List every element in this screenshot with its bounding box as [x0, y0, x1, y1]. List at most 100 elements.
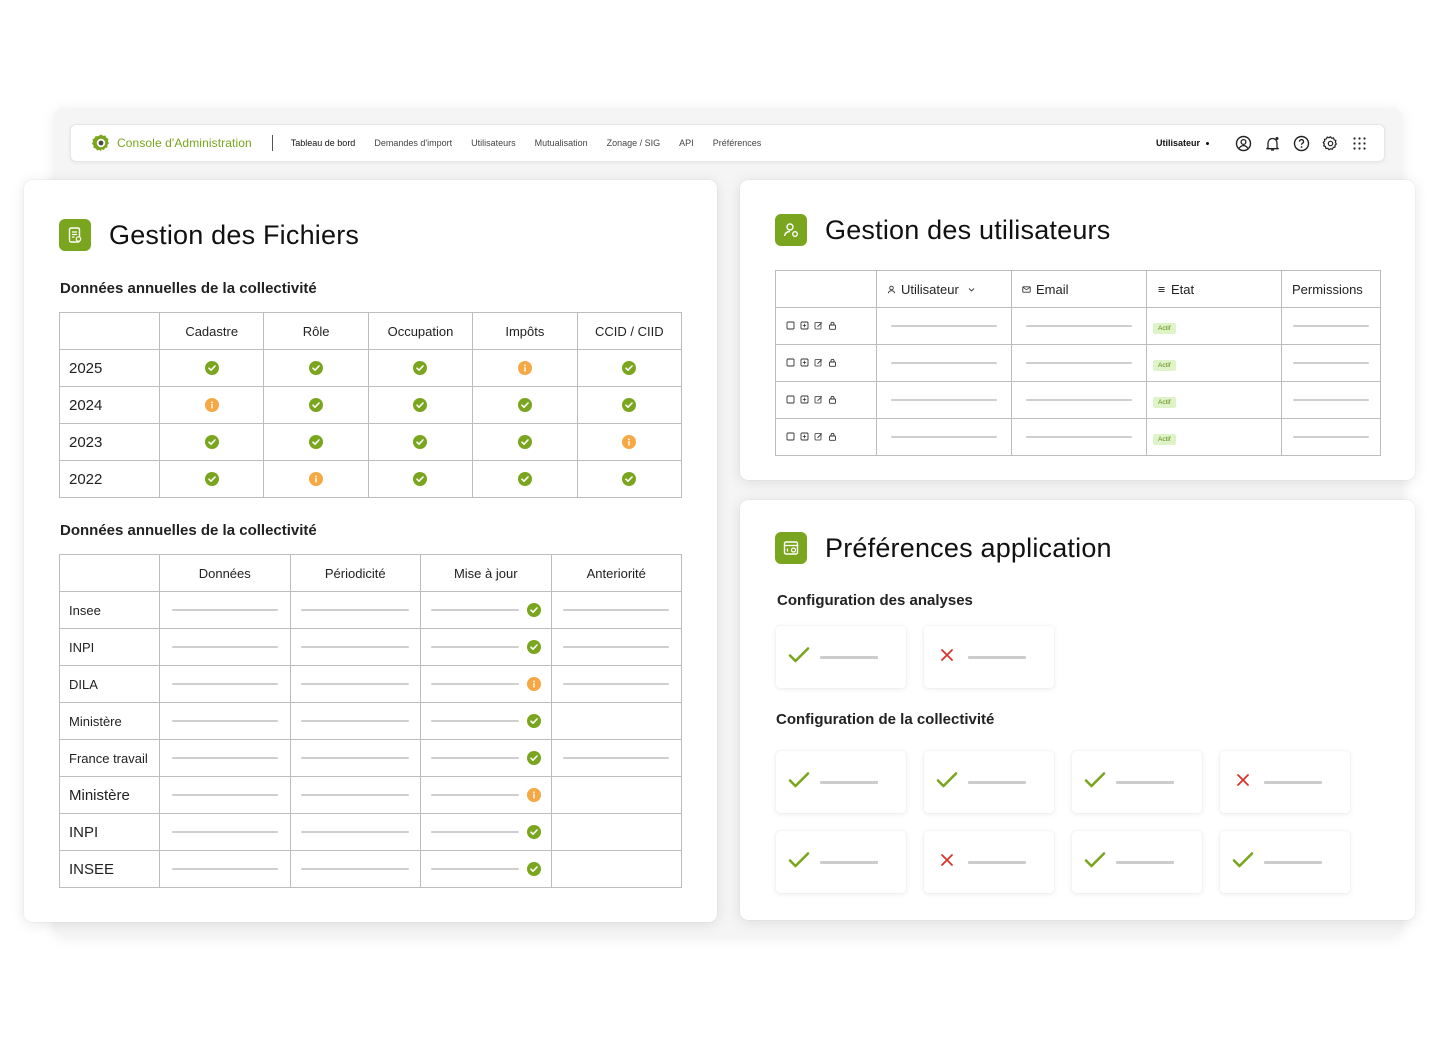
- preference-tile[interactable]: [1072, 751, 1202, 813]
- email-cell[interactable]: [1011, 381, 1147, 419]
- update-cell[interactable]: [420, 739, 552, 777]
- preference-tile[interactable]: [924, 751, 1054, 813]
- status-cell[interactable]: [472, 349, 578, 387]
- permissions-cell[interactable]: [1281, 418, 1381, 456]
- permissions-cell[interactable]: [1281, 344, 1381, 382]
- add-square-icon[interactable]: [800, 354, 809, 372]
- help-icon[interactable]: [1293, 135, 1310, 152]
- add-square-icon[interactable]: [800, 317, 809, 335]
- status-cell[interactable]: [472, 386, 578, 424]
- status-cell[interactable]: [367, 386, 474, 424]
- user-cell[interactable]: [876, 344, 1012, 382]
- preference-tile[interactable]: [776, 626, 906, 688]
- placeholder-line: [1293, 435, 1369, 438]
- checkbox-icon[interactable]: [786, 317, 795, 335]
- status-cell[interactable]: [158, 460, 265, 498]
- row-label: Ministère: [59, 776, 160, 814]
- periodicity-cell: [289, 665, 421, 703]
- update-cell[interactable]: [420, 702, 552, 740]
- col-header-email-label: Email: [1036, 281, 1069, 297]
- preference-tile[interactable]: [924, 831, 1054, 893]
- email-cell[interactable]: [1011, 344, 1147, 382]
- preference-tile[interactable]: [776, 751, 906, 813]
- status-cell[interactable]: [576, 460, 683, 498]
- status-cell[interactable]: [367, 460, 474, 498]
- update-cell[interactable]: [420, 591, 552, 629]
- warning-info-icon: [526, 677, 541, 691]
- preference-tile[interactable]: [1220, 751, 1350, 813]
- placeholder-line: [171, 608, 278, 611]
- checkbox-icon[interactable]: [786, 354, 795, 372]
- bell-icon[interactable]: [1264, 135, 1281, 152]
- col-header-permissions[interactable]: Permissions: [1281, 270, 1381, 308]
- status-cell[interactable]: [263, 349, 369, 387]
- nav-link[interactable]: Utilisateurs: [471, 138, 516, 148]
- lock-icon[interactable]: [828, 428, 837, 446]
- status-cell[interactable]: [472, 423, 578, 461]
- nav-link[interactable]: API: [679, 138, 694, 148]
- checkbox-icon[interactable]: [786, 428, 795, 446]
- edit-icon[interactable]: [814, 354, 823, 372]
- check-circle-icon: [309, 434, 324, 449]
- brand[interactable]: Console d'Administration: [91, 133, 252, 153]
- status-cell[interactable]: [472, 460, 578, 498]
- status-cell[interactable]: [367, 423, 474, 461]
- nav-separator: [271, 135, 273, 151]
- gear-icon[interactable]: [1322, 135, 1339, 152]
- edit-icon[interactable]: [814, 317, 823, 335]
- nav-link[interactable]: Tableau de bord: [291, 138, 356, 148]
- status-cell[interactable]: [158, 386, 265, 424]
- email-cell[interactable]: [1011, 307, 1147, 345]
- placeholder-line: [301, 756, 410, 759]
- status-cell[interactable]: [263, 423, 369, 461]
- update-cell[interactable]: [420, 850, 552, 888]
- nav-link[interactable]: Préférences: [713, 138, 762, 148]
- placeholder-line: [1293, 324, 1369, 327]
- preference-tile[interactable]: [1072, 831, 1202, 893]
- status-cell[interactable]: [576, 349, 683, 387]
- nav-link[interactable]: Zonage / SIG: [607, 138, 661, 148]
- placeholder-line: [431, 831, 519, 833]
- update-cell[interactable]: [420, 776, 552, 814]
- status-cell[interactable]: [576, 386, 683, 424]
- col-header-state[interactable]: Etat: [1146, 270, 1282, 308]
- status-cell[interactable]: [576, 423, 683, 461]
- row-label: Insee: [59, 591, 160, 629]
- status-cell[interactable]: [367, 349, 474, 387]
- preference-tile[interactable]: [924, 626, 1054, 688]
- add-square-icon[interactable]: [800, 428, 809, 446]
- update-cell[interactable]: [420, 665, 552, 703]
- add-square-icon[interactable]: [800, 391, 809, 409]
- user-circle-icon[interactable]: [1235, 135, 1252, 152]
- status-cell[interactable]: [158, 423, 265, 461]
- edit-icon[interactable]: [814, 391, 823, 409]
- user-menu[interactable]: Utilisateur: [1156, 138, 1209, 148]
- lock-icon[interactable]: [828, 354, 837, 372]
- nav-link[interactable]: Mutualisation: [535, 138, 588, 148]
- email-cell[interactable]: [1011, 418, 1147, 456]
- nav-link[interactable]: Demandes d'import: [374, 138, 452, 148]
- preference-tile[interactable]: [776, 831, 906, 893]
- preference-tile[interactable]: [1220, 831, 1350, 893]
- permissions-cell[interactable]: [1281, 307, 1381, 345]
- edit-icon[interactable]: [814, 428, 823, 446]
- check-circle-icon: [413, 434, 428, 449]
- col-header-user[interactable]: Utilisateur: [876, 270, 1012, 308]
- lock-icon[interactable]: [828, 391, 837, 409]
- column-header: Cadastre: [158, 312, 265, 350]
- user-cell[interactable]: [876, 381, 1012, 419]
- update-cell[interactable]: [420, 628, 552, 666]
- status-cell[interactable]: [263, 460, 369, 498]
- status-badge: Actif: [1153, 360, 1176, 371]
- placeholder-line: [968, 780, 1026, 784]
- col-header-email[interactable]: Email: [1011, 270, 1147, 308]
- checkbox-icon[interactable]: [786, 391, 795, 409]
- user-cell[interactable]: [876, 307, 1012, 345]
- apps-grid-icon[interactable]: [1351, 135, 1368, 152]
- permissions-cell[interactable]: [1281, 381, 1381, 419]
- update-cell[interactable]: [420, 813, 552, 851]
- user-cell[interactable]: [876, 418, 1012, 456]
- lock-icon[interactable]: [828, 317, 837, 335]
- status-cell[interactable]: [158, 349, 265, 387]
- status-cell[interactable]: [263, 386, 369, 424]
